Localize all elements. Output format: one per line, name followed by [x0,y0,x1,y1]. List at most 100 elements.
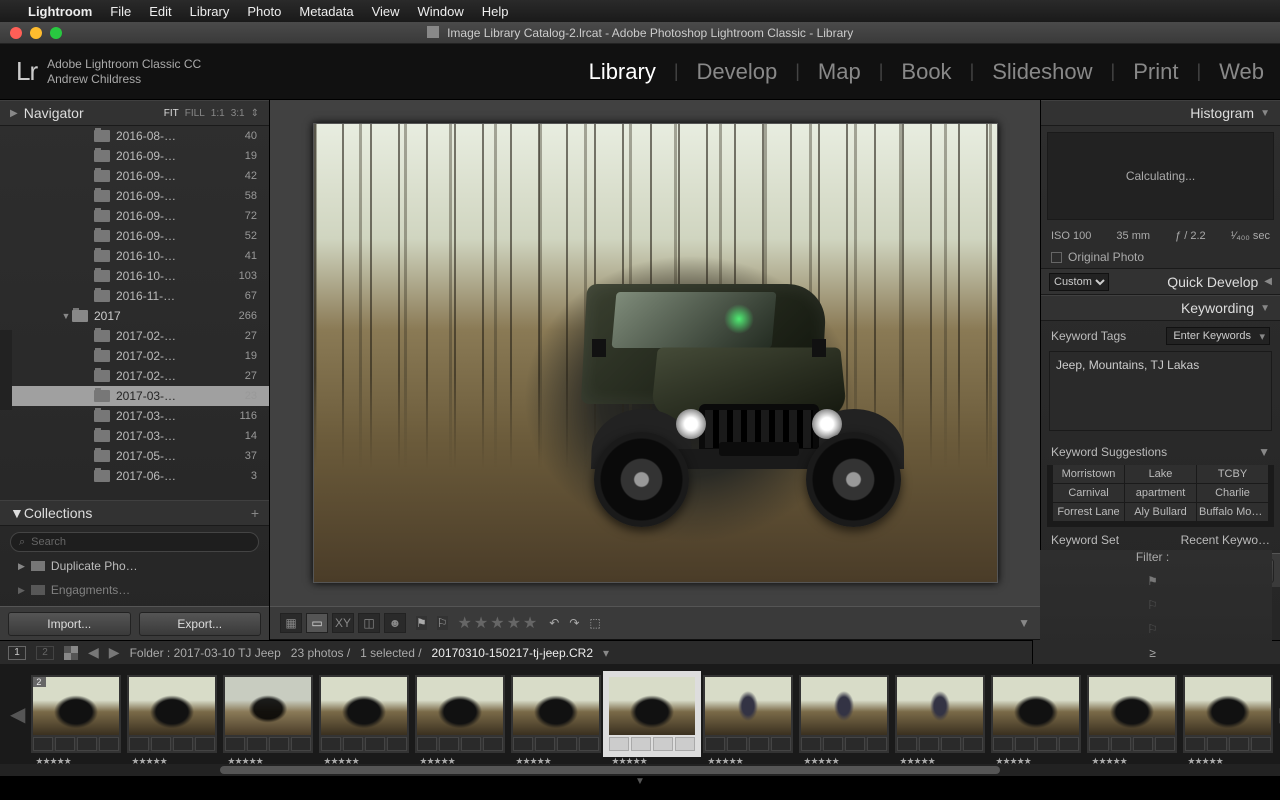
folder-row[interactable]: 2017-05-…37 [0,446,269,466]
filmstrip-thumbnail[interactable] [127,675,217,753]
menu-window[interactable]: Window [418,4,464,19]
loupe-view-button[interactable]: ▭ [306,613,328,633]
traffic-lights[interactable] [0,27,62,39]
filmstrip-thumbnail[interactable] [511,675,601,753]
folder-row[interactable]: 2016-10-…41 [0,246,269,266]
folder-row[interactable]: 2017-03-…116 [0,406,269,426]
rotate-ccw-button[interactable]: ↶ [549,616,559,630]
grid-view-button[interactable]: ▦ [280,613,302,633]
folder-row[interactable]: 2016-10-…103 [0,266,269,286]
rating-stars[interactable]: ★★★★★ [458,613,540,633]
menu-file[interactable]: File [110,4,131,19]
nav-forward-button[interactable]: ▶ [109,644,120,661]
left-panel-collapse[interactable] [0,330,12,410]
rotate-cw-button[interactable]: ↷ [569,616,579,630]
flag-filter-unflagged[interactable]: ⚐ [1147,598,1158,612]
folder-row[interactable]: 2016-09-…72 [0,206,269,226]
filmstrip-left-arrow[interactable]: ◀ [10,702,25,727]
disclosure-triangle-icon[interactable]: ▼ [1260,303,1270,314]
zoom-3to1[interactable]: 3:1 [231,108,245,119]
disclosure-triangle-icon[interactable]: ▼ [1260,108,1270,119]
keyword-suggestion[interactable]: Morristown [1053,465,1124,483]
toolbar-menu[interactable]: ▼ [1018,616,1030,630]
survey-view-button[interactable]: ◫ [358,613,380,633]
bottom-panel-collapse[interactable]: ▼ [0,776,1280,784]
filmstrip-thumbnail[interactable] [703,675,793,753]
main-monitor-button[interactable]: 1 [8,646,26,660]
folder-row[interactable]: ▼2017266 [0,306,269,326]
people-view-button[interactable]: ☻ [384,613,406,633]
filmstrip-scrollbar[interactable] [0,764,1280,776]
folder-row[interactable]: 2017-03-…14 [0,426,269,446]
filmstrip-thumbnail[interactable] [991,675,1081,753]
filmstrip-thumbnail[interactable]: 2 [31,675,121,753]
keyword-set-dropdown[interactable]: Recent Keywo… [1181,533,1270,547]
zoom-fit[interactable]: FIT [164,108,179,119]
flag-filter-reject[interactable]: ⚐ [1147,622,1158,636]
collections-header[interactable]: ▼ Collections + [0,500,269,526]
loupe-view[interactable] [270,100,1040,606]
menu-edit[interactable]: Edit [149,4,171,19]
filmstrip-thumbnail[interactable] [799,675,889,753]
folder-row[interactable]: 2017-02-…19 [0,346,269,366]
second-monitor-button[interactable]: 2 [36,646,54,660]
folder-row[interactable]: 2016-09-…52 [0,226,269,246]
source-path[interactable]: 2017-03-10 TJ Jeep [174,646,281,660]
zoom-window[interactable] [50,27,62,39]
close-window[interactable] [10,27,22,39]
main-photo[interactable] [313,123,998,583]
zoom-fill[interactable]: FILL [185,108,205,119]
rating-ge-symbol[interactable]: ≥ [1149,646,1156,660]
flag-pick-button[interactable]: ⚑ [416,616,427,630]
menu-help[interactable]: Help [482,4,509,19]
minimize-window[interactable] [30,27,42,39]
grid-icon[interactable] [64,646,78,660]
folder-row[interactable]: 2016-09-…19 [0,146,269,166]
nav-back-button[interactable]: ◀ [88,644,99,661]
keyword-suggestion[interactable]: apartment [1125,484,1196,502]
disclosure-triangle-icon[interactable]: ▶ [10,108,18,119]
folder-row[interactable]: 2017-02-…27 [0,326,269,346]
module-print[interactable]: Print [1133,59,1178,85]
keyword-entry-dropdown[interactable]: Enter Keywords [1166,327,1270,345]
zoom-1to1[interactable]: 1:1 [211,108,225,119]
folder-row[interactable]: 2017-02-…27 [0,366,269,386]
filmstrip-thumbnail[interactable] [1087,675,1177,753]
filmstrip-thumbnail[interactable] [319,675,409,753]
collection-item[interactable]: ▶ Engagments… [10,580,259,600]
preset-dropdown[interactable]: Custom [1049,273,1109,291]
add-collection-button[interactable]: + [251,505,259,521]
menu-view[interactable]: View [372,4,400,19]
module-slideshow[interactable]: Slideshow [992,59,1092,85]
folder-row[interactable]: 2017-03-…23 [0,386,269,406]
filmstrip-thumbnail[interactable] [223,675,313,753]
original-photo-toggle[interactable]: Original Photo [1041,246,1280,269]
keyword-suggestion[interactable]: Charlie [1197,484,1268,502]
keyword-textarea[interactable]: Jeep, Mountains, TJ Lakas [1049,351,1272,431]
module-develop[interactable]: Develop [697,59,778,85]
navigator-header[interactable]: ▶ Navigator FIT FILL 1:1 3:1 ⇕ [0,100,269,126]
keyword-suggestion[interactable]: Carnival [1053,484,1124,502]
keyword-suggestion[interactable]: Lake [1125,465,1196,483]
filmstrip-thumbnail[interactable] [415,675,505,753]
keyword-suggestion[interactable]: Buffalo Mou… [1197,503,1268,521]
chevron-right-icon[interactable]: ▶ [18,561,25,572]
filmstrip-thumbnail[interactable] [1183,675,1273,753]
disclosure-triangle-icon[interactable]: ▼ [10,505,24,521]
module-map[interactable]: Map [818,59,861,85]
folder-row[interactable]: 2016-09-…42 [0,166,269,186]
chevron-icon[interactable]: ▼ [60,311,72,321]
flag-reject-button[interactable]: ⚐ [437,616,448,630]
keyword-suggestion[interactable]: Forrest Lane [1053,503,1124,521]
folder-row[interactable]: 2016-11-…67 [0,286,269,306]
chevron-right-icon[interactable]: ▶ [18,585,25,596]
keyword-suggestion[interactable]: Aly Bullard [1125,503,1196,521]
filmstrip-thumbnail[interactable] [895,675,985,753]
keyword-suggestion[interactable]: TCBY [1197,465,1268,483]
menu-metadata[interactable]: Metadata [299,4,353,19]
collections-search[interactable]: ⌕ Search [10,532,259,552]
collection-item[interactable]: ▶ Duplicate Pho… [10,556,259,576]
export-button[interactable]: Export... [139,612,262,636]
app-name[interactable]: Lightroom [28,4,92,19]
filmstrip-thumbnail[interactable] [607,675,697,753]
